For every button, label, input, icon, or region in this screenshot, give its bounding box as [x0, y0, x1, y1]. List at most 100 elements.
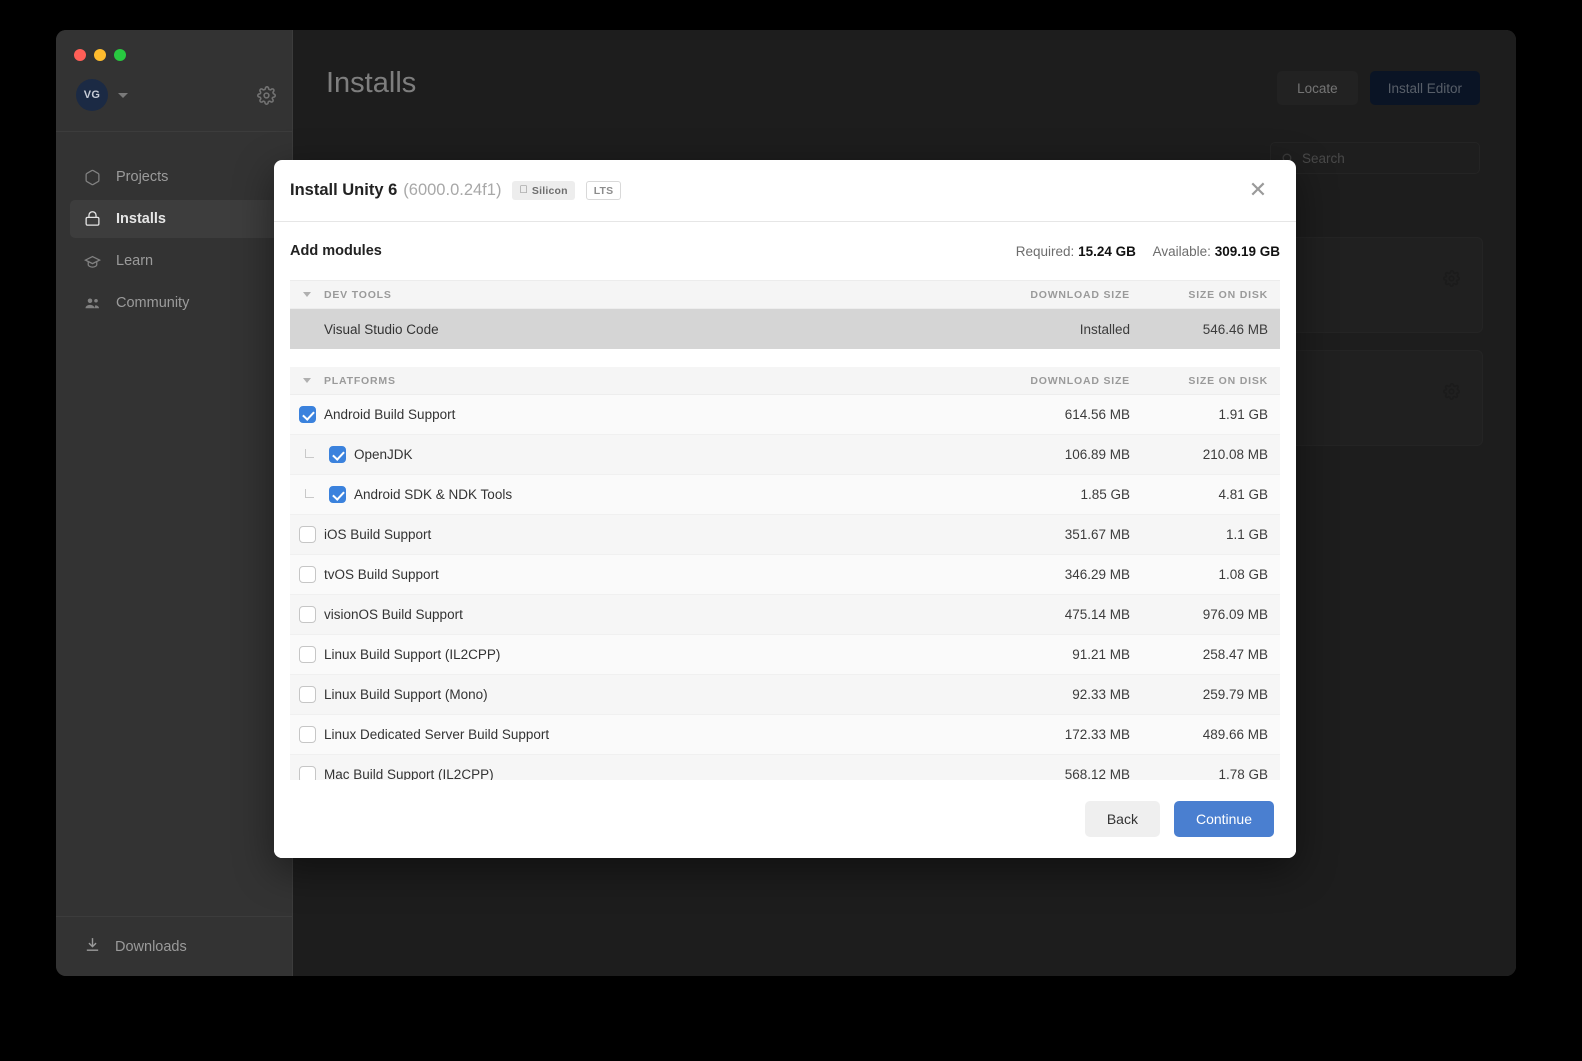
dialog-header: Install Unity 6 (6000.0.24f1)  Silicon …: [274, 160, 1296, 222]
table-row[interactable]: iOS Build Support 351.67 MB 1.1 GB: [290, 515, 1280, 555]
module-download-size: 614.56 MB: [1064, 407, 1130, 422]
gear-icon[interactable]: [257, 85, 276, 105]
chevron-down-icon[interactable]: [290, 378, 324, 383]
checkbox-cell[interactable]: [290, 646, 324, 663]
column-header-download-size: DOWNLOAD SIZE: [1030, 288, 1130, 301]
module-checkbox[interactable]: [298, 606, 316, 623]
install-modules-dialog: Install Unity 6 (6000.0.24f1)  Silicon …: [274, 160, 1296, 858]
people-icon: [84, 294, 104, 312]
section-header-platforms[interactable]: PLATFORMS DOWNLOAD SIZE SIZE ON DISK: [290, 367, 1280, 395]
table-row[interactable]: Linux Build Support (Mono) 92.33 MB 259.…: [290, 675, 1280, 715]
back-button[interactable]: Back: [1084, 801, 1160, 837]
module-download-size: 92.33 MB: [1072, 687, 1130, 702]
module-size-on-disk: 4.81 GB: [1218, 487, 1268, 502]
sidebar-item-label: Learn: [116, 253, 154, 269]
module-checkbox[interactable]: [298, 726, 316, 743]
sidebar-nav: Projects Installs Learn Community: [56, 132, 292, 326]
table-row[interactable]: Android SDK & NDK Tools 1.85 GB 4.81 GB: [290, 475, 1280, 515]
sidebar-item-label: Downloads: [115, 938, 187, 955]
sidebar-item-label: Projects: [116, 169, 169, 185]
dialog-subheader: Add modules Required: 15.24 GB Available…: [274, 222, 1296, 280]
checkbox-cell[interactable]: [290, 606, 324, 623]
table-row[interactable]: Android Build Support 614.56 MB 1.91 GB: [290, 395, 1280, 435]
lts-badge: LTS: [585, 181, 622, 200]
table-row[interactable]: Linux Build Support (IL2CPP) 91.21 MB 25…: [290, 635, 1280, 675]
module-checkbox[interactable]: [298, 566, 316, 583]
module-name: iOS Build Support: [324, 527, 432, 542]
sidebar: VG Projects Installs Learn Community Dow…: [56, 30, 293, 976]
sidebar-item-installs[interactable]: Installs: [70, 200, 278, 238]
apple-icon: : [519, 185, 527, 196]
sidebar-item-learn[interactable]: Learn: [70, 242, 278, 280]
required-value: 15.24 GB: [1078, 243, 1136, 259]
maximize-window-button[interactable]: [114, 49, 126, 61]
module-size-on-disk: 210.08 MB: [1202, 447, 1268, 462]
module-download-size: 351.67 MB: [1064, 527, 1130, 542]
sidebar-item-projects[interactable]: Projects: [70, 158, 278, 196]
close-icon[interactable]: ✕: [1244, 177, 1272, 205]
module-download-size: 106.89 MB: [1064, 447, 1130, 462]
module-download-size: 172.33 MB: [1064, 727, 1130, 742]
checkbox-cell[interactable]: [320, 446, 354, 463]
modules-list[interactable]: DEV TOOLS DOWNLOAD SIZE SIZE ON DISK Vis…: [290, 281, 1280, 780]
module-checkbox[interactable]: [298, 526, 316, 543]
section-header-dev-tools[interactable]: DEV TOOLS DOWNLOAD SIZE SIZE ON DISK: [290, 281, 1280, 309]
module-checkbox[interactable]: [298, 646, 316, 663]
module-size-on-disk: 1.1 GB: [1225, 527, 1268, 542]
module-checkbox[interactable]: [328, 486, 346, 503]
module-size-on-disk: 489.66 MB: [1202, 727, 1268, 742]
module-download-size: 568.12 MB: [1064, 767, 1130, 780]
minimize-window-button[interactable]: [94, 49, 106, 61]
chevron-down-icon[interactable]: [118, 92, 128, 98]
module-download-size: 475.14 MB: [1064, 607, 1130, 622]
module-download-size: 346.29 MB: [1064, 567, 1130, 582]
sidebar-item-community[interactable]: Community: [70, 284, 278, 322]
module-name: visionOS Build Support: [324, 607, 463, 622]
module-name: Linux Build Support (Mono): [324, 687, 488, 702]
column-header-download-size: DOWNLOAD SIZE: [1030, 374, 1130, 387]
silicon-badge-label: Silicon: [523, 184, 568, 197]
module-size-on-disk: 1.08 GB: [1218, 567, 1268, 582]
table-row[interactable]: Visual Studio Code Installed 546.46 MB: [290, 309, 1280, 349]
download-icon: [84, 936, 101, 957]
module-checkbox[interactable]: [298, 766, 316, 780]
column-header-size-on-disk: SIZE ON DISK: [1188, 374, 1268, 387]
section-gap: [290, 349, 1280, 367]
required-label: Required:: [1015, 243, 1075, 259]
tree-connector-icon: [298, 448, 320, 461]
download-box-icon: [84, 210, 104, 228]
account-row[interactable]: VG: [56, 61, 292, 132]
available-value: 309.19 GB: [1214, 243, 1280, 259]
table-row[interactable]: Mac Build Support (IL2CPP) 568.12 MB 1.7…: [290, 755, 1280, 780]
sidebar-item-downloads[interactable]: Downloads: [56, 916, 292, 976]
table-row[interactable]: Linux Dedicated Server Build Support 172…: [290, 715, 1280, 755]
table-row[interactable]: visionOS Build Support 475.14 MB 976.09 …: [290, 595, 1280, 635]
silicon-badge:  Silicon: [512, 181, 575, 200]
tree-connector-icon: [298, 488, 320, 501]
checkbox-cell[interactable]: [290, 406, 324, 423]
checkbox-cell[interactable]: [290, 566, 324, 583]
module-size-on-disk: 1.78 GB: [1218, 767, 1268, 780]
dialog-title: Install Unity 6: [290, 181, 398, 199]
module-checkbox[interactable]: [298, 686, 316, 703]
checkbox-cell[interactable]: [290, 766, 324, 780]
module-checkbox[interactable]: [328, 446, 346, 463]
close-window-button[interactable]: [74, 49, 86, 61]
avatar[interactable]: VG: [76, 79, 108, 111]
table-row[interactable]: OpenJDK 106.89 MB 210.08 MB: [290, 435, 1280, 475]
dialog-footer: Back Continue: [274, 780, 1296, 858]
table-row[interactable]: tvOS Build Support 346.29 MB 1.08 GB: [290, 555, 1280, 595]
continue-button[interactable]: Continue: [1173, 801, 1274, 837]
checkbox-cell[interactable]: [320, 486, 354, 503]
disk-space-info: Required: 15.24 GB Available: 309.19 GB: [1016, 244, 1280, 259]
module-download-size: Installed: [1079, 321, 1130, 337]
checkbox-cell[interactable]: [290, 526, 324, 543]
module-name: Mac Build Support (IL2CPP): [324, 767, 494, 780]
sidebar-item-label: Community: [116, 295, 190, 311]
cube-icon: [84, 169, 104, 186]
module-checkbox[interactable]: [298, 406, 316, 423]
chevron-down-icon[interactable]: [290, 292, 324, 297]
module-name: Linux Dedicated Server Build Support: [324, 727, 550, 742]
checkbox-cell[interactable]: [290, 686, 324, 703]
checkbox-cell[interactable]: [290, 726, 324, 743]
